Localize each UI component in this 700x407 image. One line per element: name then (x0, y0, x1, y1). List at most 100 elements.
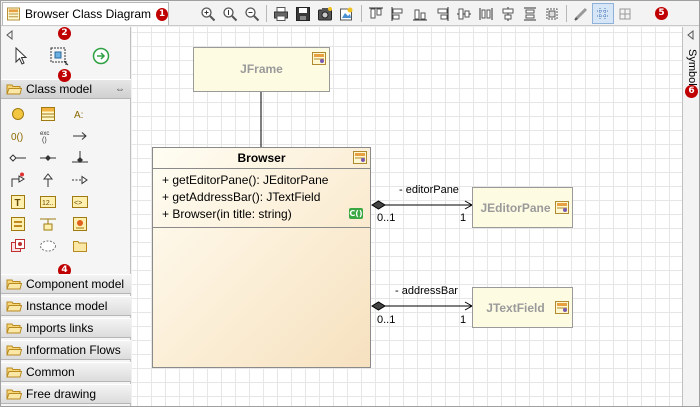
constructor-badge: C() (349, 208, 363, 219)
section-label: Common (26, 365, 75, 379)
section-component-model[interactable]: Component model (1, 274, 131, 294)
same-size-button[interactable] (541, 3, 563, 24)
palette-item-class[interactable] (39, 105, 57, 123)
align-hcenter-icon (502, 6, 514, 21)
palette-item-ellipse[interactable] (39, 237, 57, 255)
align-bottom-button[interactable] (409, 3, 431, 24)
align-vcenter-button[interactable] (453, 3, 475, 24)
palette-item-note[interactable] (39, 215, 57, 233)
svg-text:<>: <> (74, 200, 82, 207)
distribute-horizontal-button[interactable] (519, 3, 541, 24)
class-browser[interactable]: Browser + getEditorPane(): JEditorPane +… (152, 147, 371, 368)
operation-getAddressBar[interactable]: + getAddressBar(): JTextField (162, 190, 320, 204)
source-multiplicity-addressbar[interactable]: 0..1 (377, 314, 395, 326)
toolbar-separator (361, 5, 362, 22)
attribute-icon: A: (74, 110, 83, 121)
enumeration-icon: <> (72, 196, 88, 208)
zoom-in-button[interactable] (197, 3, 219, 24)
palette-item-association-node[interactable] (71, 149, 89, 167)
folder-open-icon (6, 84, 22, 95)
class-symbol-icon (555, 201, 569, 214)
section-information-flows[interactable]: Information Flows (1, 340, 131, 360)
callout-badge-1: 1 (155, 7, 168, 21)
diagram-canvas[interactable]: JFrame Browser + getEditorPane(): JEdito… (132, 27, 682, 406)
zoom-out-button[interactable] (241, 3, 263, 24)
class-divider (153, 227, 370, 228)
target-multiplicity-editorpane[interactable]: 1 (460, 212, 466, 224)
same-size-icon (546, 8, 558, 19)
palette-item-exception[interactable]: exc() (39, 127, 57, 145)
expand-collapse-icon[interactable]: ⇔ (115, 84, 125, 95)
align-hcenter-button[interactable] (497, 3, 519, 24)
align-top-button[interactable] (365, 3, 387, 24)
print-button[interactable] (270, 3, 292, 24)
composition-diamond-editorpane (371, 200, 386, 210)
navigate-tool[interactable] (89, 44, 113, 68)
palette-item-datatype[interactable] (9, 215, 27, 233)
palette-item-template-parameter[interactable]: T (9, 193, 27, 211)
palette-item-generalization-link[interactable] (9, 171, 27, 189)
top-bar: Browser Class Diagram 1 5 (1, 1, 699, 26)
class-jeditorpane[interactable]: JEditorPane (472, 187, 573, 228)
callout-badge-3: 3 (58, 69, 71, 82)
role-label-addressbar[interactable]: - addressBar (395, 285, 458, 297)
palette-item-interface[interactable] (9, 105, 27, 123)
export-button[interactable] (336, 3, 358, 24)
save-icon (296, 6, 310, 21)
class-diagram-icon (7, 7, 20, 21)
distribute-v-icon (479, 7, 493, 20)
palette-item-enumeration[interactable]: <> (71, 193, 89, 211)
palette-item-realization[interactable] (71, 171, 89, 189)
svg-text:(): () (42, 137, 47, 144)
stereotype-icon (73, 217, 87, 231)
palette-item-dependency[interactable] (71, 127, 89, 145)
callout-badge-6: 6 (685, 85, 698, 98)
zoom-in-icon (201, 6, 216, 21)
palette-item-aggregation[interactable] (9, 149, 27, 167)
class-jframe[interactable]: JFrame (193, 47, 330, 92)
palette-item-generalization[interactable] (39, 171, 57, 189)
section-imports-links[interactable]: Imports links (1, 318, 131, 338)
section-class-model[interactable]: Class model ⇔ (1, 79, 131, 99)
operation-constructor[interactable]: + Browser(in title: string) (162, 207, 292, 221)
snap-button[interactable] (614, 3, 636, 24)
dashed-ellipse-icon (40, 240, 56, 252)
symbol-tab-label[interactable]: Symbol (684, 49, 698, 89)
snapshot-icon (318, 6, 332, 20)
folder-open-icon (6, 301, 22, 312)
pen-button[interactable] (570, 3, 592, 24)
target-multiplicity-addressbar[interactable]: 1 (460, 314, 466, 326)
grid-toggle-button[interactable] (592, 3, 614, 24)
class-name: JFrame (240, 62, 283, 76)
save-button[interactable] (292, 3, 314, 24)
source-multiplicity-editorpane[interactable]: 0..1 (377, 212, 395, 224)
zoom-reset-button[interactable] (219, 3, 241, 24)
palette-item-package-link[interactable] (9, 237, 27, 255)
align-left-button[interactable] (387, 3, 409, 24)
snapshot-button[interactable] (314, 3, 336, 24)
marquee-tool[interactable] (47, 44, 71, 68)
palette-item-stereotype[interactable] (71, 215, 89, 233)
palette-item-attribute[interactable]: A: (71, 105, 89, 123)
tab-browser-class-diagram[interactable]: Browser Class Diagram 1 (2, 2, 169, 25)
distribute-vertical-button[interactable] (475, 3, 497, 24)
palette-item-package[interactable] (71, 237, 89, 255)
section-common[interactable]: Common (1, 362, 131, 382)
generalization-up-icon (42, 173, 54, 187)
toolbar-separator (566, 5, 567, 22)
select-tool[interactable] (9, 44, 33, 68)
class-jtextfield[interactable]: JTextField (472, 287, 573, 328)
collapse-right-icon[interactable] (687, 30, 695, 40)
section-instance-model[interactable]: Instance model (1, 296, 131, 316)
palette-item-composition[interactable] (39, 149, 57, 167)
operation-getEditorPane[interactable]: + getEditorPane(): JEditorPane (162, 173, 328, 187)
folder-open-icon (6, 345, 22, 356)
section-free-drawing[interactable]: Free drawing (1, 384, 131, 404)
align-right-button[interactable] (431, 3, 453, 24)
palette-item-multiplicity[interactable]: 12.. (39, 193, 57, 211)
role-label-editorpane[interactable]: - editorPane (399, 184, 459, 196)
collapse-left-icon[interactable] (5, 30, 15, 40)
datatype-icon (11, 217, 25, 231)
zoom-reset-icon (223, 6, 238, 21)
palette-item-operation[interactable]: 0() (9, 127, 27, 145)
